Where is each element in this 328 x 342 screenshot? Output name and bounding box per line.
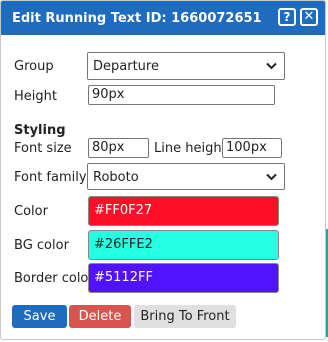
font-size-label: Font size [14,141,72,156]
color-picker[interactable]: #FF0F27 [88,196,279,226]
group-label: Group [14,59,54,74]
font-family-select-value: Roboto [93,170,139,185]
close-icon[interactable]: ✕ [300,8,318,26]
save-button[interactable]: Save [12,305,67,328]
line-height-input[interactable]: 100px [222,138,282,158]
edit-running-text-dialog: Edit Running Text ID: 1660072651 ? ✕ Gro… [0,0,326,340]
group-select[interactable]: Departure [87,52,285,80]
dialog-title: Edit Running Text ID: 1660072651 [12,11,262,26]
line-height-label: Line height [154,141,227,156]
border-color-label: Border color [14,271,94,286]
styling-header: Styling [14,123,66,138]
group-select-value: Departure [93,59,159,74]
color-label: Color [14,204,48,219]
bg-color-picker[interactable]: #26FFE2 [88,230,279,260]
font-family-label: Font family [14,170,87,185]
font-family-select[interactable]: Roboto [87,163,285,190]
height-label: Height [14,89,57,104]
height-input[interactable]: 90px [88,85,275,105]
chevron-down-icon [266,173,277,181]
chevron-down-icon [266,62,277,70]
delete-button[interactable]: Delete [69,305,131,328]
bg-color-label: BG color [14,238,69,253]
help-icon[interactable]: ? [278,8,296,26]
bring-to-front-button[interactable]: Bring To Front [134,305,236,328]
dialog-titlebar[interactable]: Edit Running Text ID: 1660072651 ? ✕ [1,1,325,35]
border-color-picker[interactable]: #5112FF [88,263,279,293]
font-size-input[interactable]: 80px [88,138,149,158]
